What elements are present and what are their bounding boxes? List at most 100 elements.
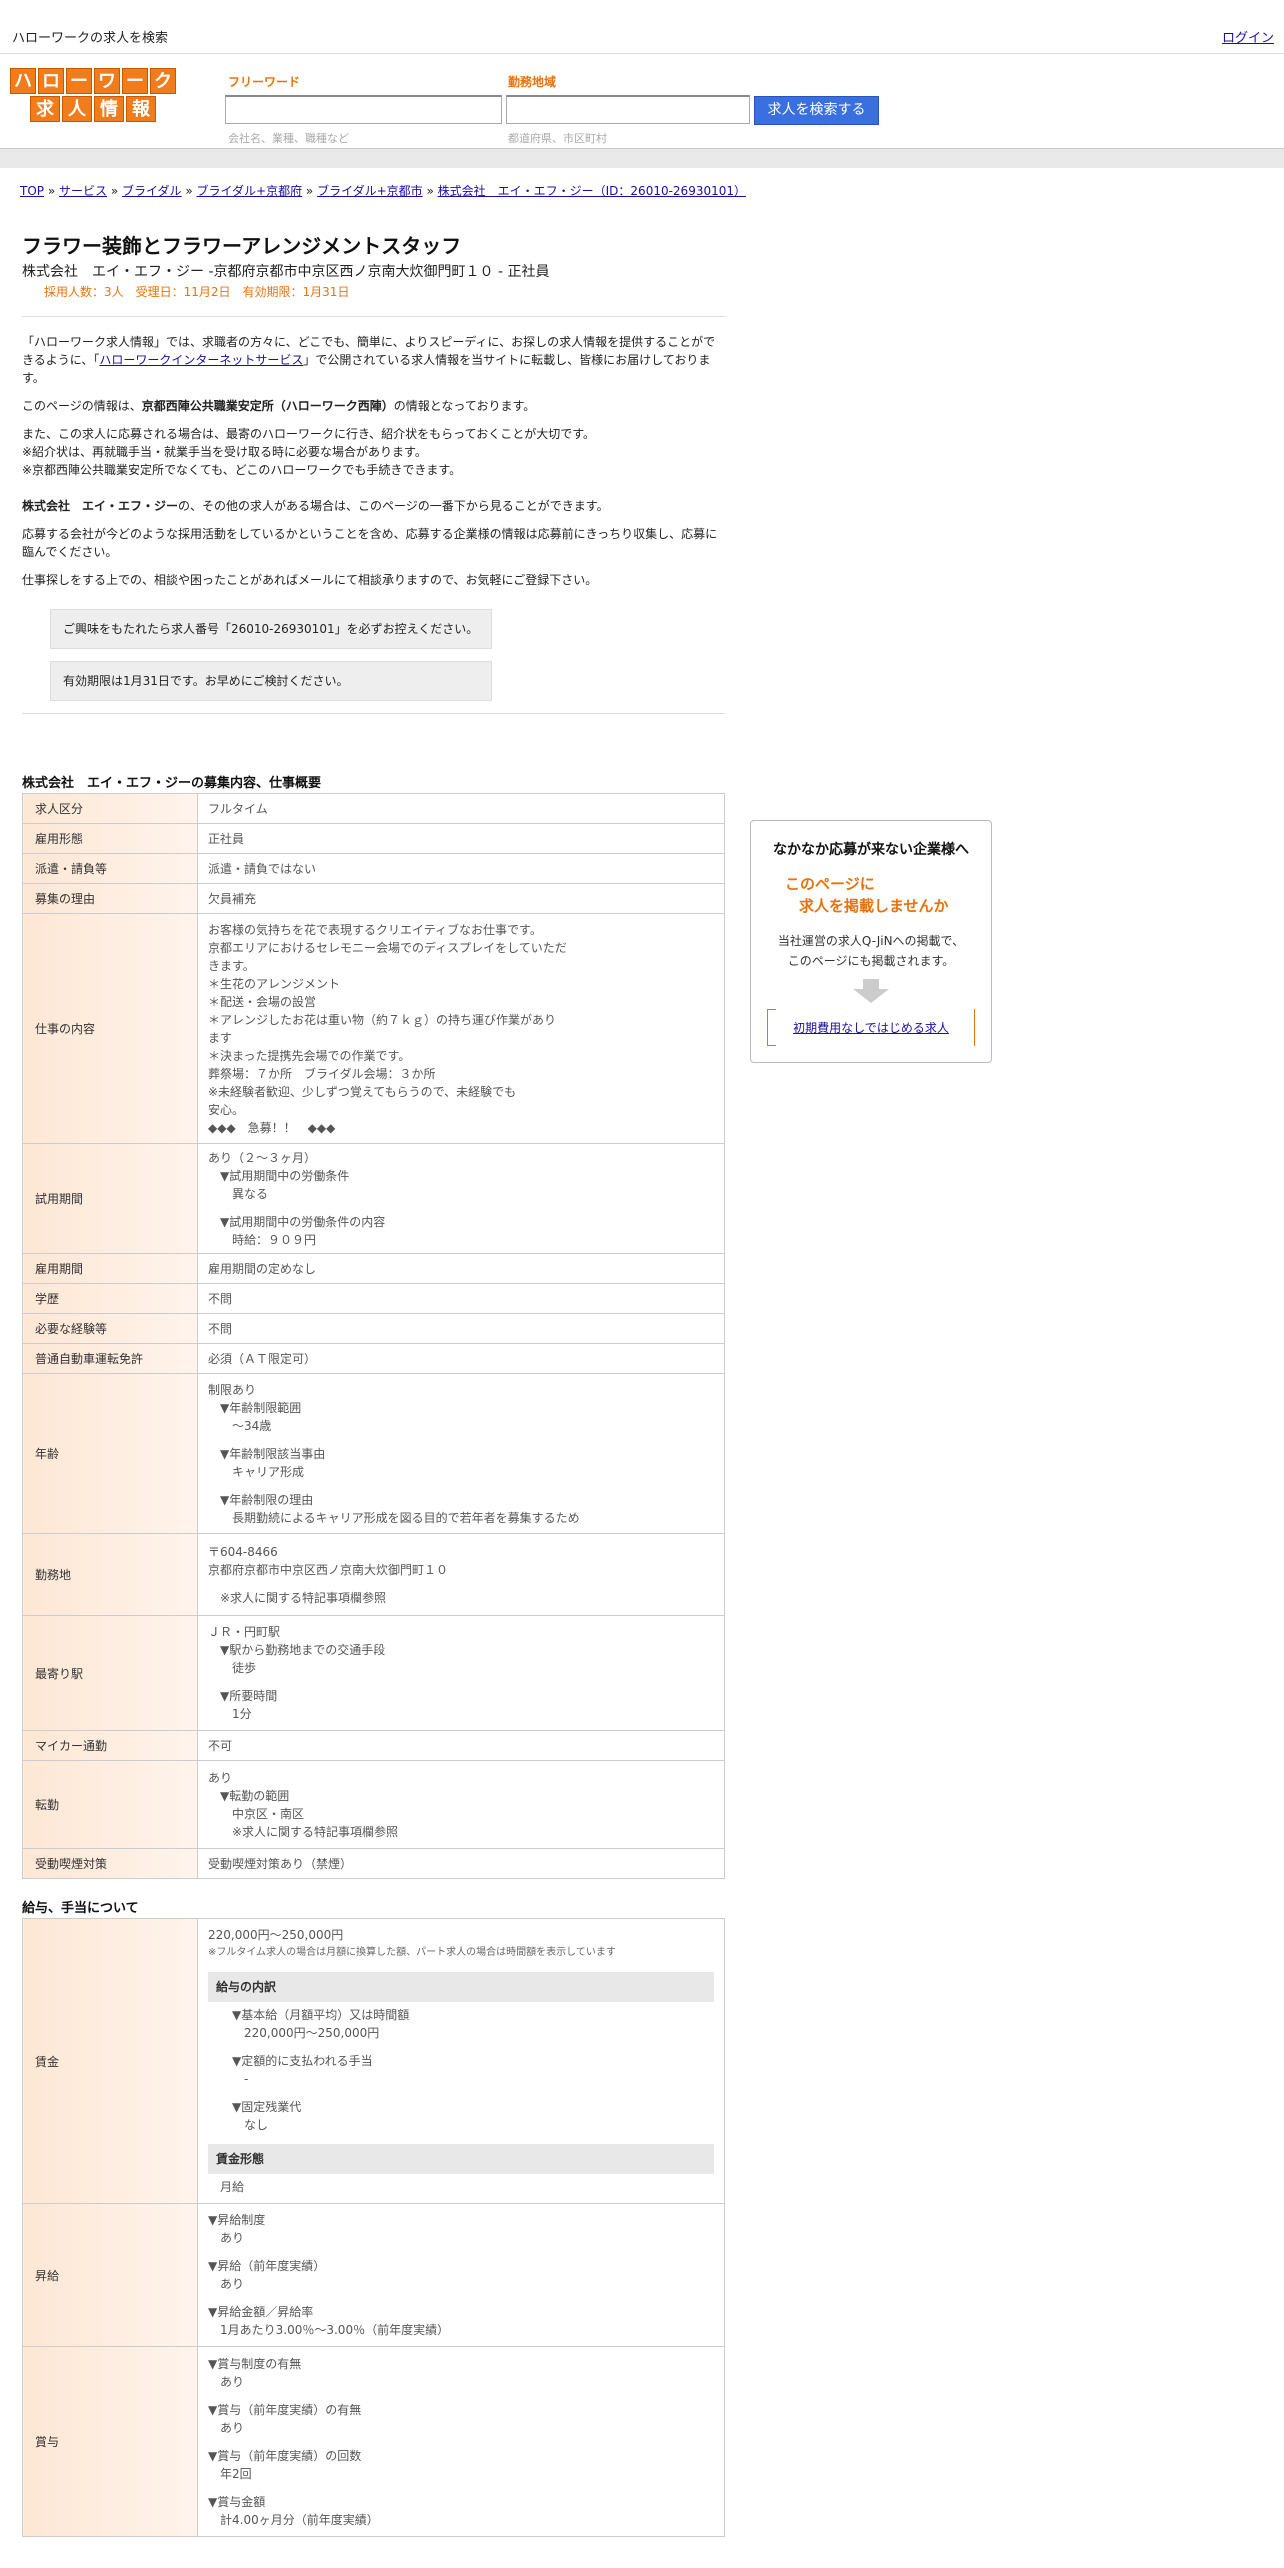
free-word-hint: 会社名、業種、職種など [228,132,349,145]
line: ▼定額的に支払われる手当 [232,2054,373,2068]
hellowork-internet-link[interactable]: ハローワークインターネットサービス [99,353,303,367]
intro-p1: 「ハローワーク求人情報」では、求職者の方々に、どこでも、簡単に、よりスピーディに… [22,335,716,385]
line: ます [208,1030,233,1045]
breadcrumb-link[interactable]: TOP [20,184,44,198]
line: ＊アレンジしたお花は重い物（約７ｋｇ）の持ち運び作業があり [208,1012,557,1027]
line: ▼賞与制度の有無 [208,2356,302,2371]
wage-range: 220,000円〜250,000円 [208,1928,344,1942]
line: 計4.00ヶ月分（前年度実績） [220,2512,379,2527]
row-value: 不問 [197,1283,725,1314]
table-row: 受動喫煙対策 受動喫煙対策あり（禁煙） [22,1848,725,1879]
breadcrumb-link[interactable]: 株式会社 エイ・エフ・ジー（ID：26010-26930101） [438,184,746,198]
header: ハローワーク 求人情報 フリーワード 会社名、業種、職種など 勤務地域 都道府県… [0,55,1284,147]
breadcrumb-sep: » [107,184,122,198]
logo-char: ハ [10,68,36,94]
section-title-summary: 株式会社 エイ・エフ・ジーの募集内容、仕事概要 [22,776,322,791]
free-word-input[interactable] [225,95,502,124]
row-key: 雇用形態 [22,823,198,854]
line: 正社員 [208,831,245,846]
line: ▼基本給（月額平均）又は時間額 [232,2008,410,2022]
table-row: 転勤 あり ▼転勤の範囲 中京区・南区 ※求人に関する特記事項欄参照 [22,1760,725,1849]
job-summary-table: 求人区分 フルタイム 雇用形態 正社員 派遣・請負等 派遣・請負ではない 募集の理由 欠員補充… [22,793,725,1879]
line: あり [220,2374,245,2389]
breadcrumb-link[interactable]: サービス [59,184,107,198]
logo-char: 報 [126,96,156,122]
row-value: 正社員 [197,823,725,854]
breadcrumb-link[interactable]: ブライダル [122,184,182,198]
line: 受動喫煙対策あり（禁煙） [208,1856,353,1871]
main-content: フラワー装飾とフラワーアレンジメントスタッフ 株式会社 エイ・エフ・ジー -京都… [22,230,725,2537]
line: 220,000円〜250,000円 [244,2026,380,2040]
line: フルタイム [208,801,268,816]
line: ＊配送・会場の設営 [208,994,317,1009]
area-hint: 都道府県、市区町村 [508,132,607,145]
line: ▼試用期間中の労働条件 [220,1168,350,1183]
area-input[interactable] [506,95,750,124]
row-value: 欠員補充 [197,883,725,914]
line: 安心。 [208,1102,245,1117]
job-meta: 採用人数：3人 受理日：11月2日 有効期限：1月31日 [44,285,350,299]
wage-note: ※フルタイム求人の場合は月額に換算した額、パート求人の場合は時間額を表示していま… [208,1947,616,1958]
search-button[interactable]: 求人を検索する [754,96,879,125]
logo-char: ク [150,68,176,94]
line: あり [220,2277,245,2291]
breadcrumb: TOP » サービス » ブライダル » ブライダル+京都府 » ブライダル+京… [20,182,746,199]
section-title-salary: 給与、手当について [22,1901,139,1916]
advertise-heading: なかなか応募が来ない企業様へ [773,842,969,858]
breakdown-title: 給与の内訳 [208,1972,714,2002]
line: ▼年齢制限該当事由 [220,1446,326,1461]
row-value: ＪＲ・円町駅 ▼駅から勤務地までの交通手段 徒歩 ▼所要時間 1分 [197,1615,725,1731]
site-logo[interactable]: ハローワーク 求人情報 [5,68,181,124]
breadcrumb-link[interactable]: ブライダル+京都市 [317,184,423,198]
line: ※求人に関する特記事項欄参照 [220,1590,387,1605]
start-posting-link[interactable]: 初期費用なしではじめる求人 [793,1021,949,1035]
salary-table: 賃金 220,000円〜250,000円 ※フルタイム求人の場合は月額に換算した… [22,1918,725,2537]
table-row: 最寄り駅 ＪＲ・円町駅 ▼駅から勤務地までの交通手段 徒歩 ▼所要時間 1分 [22,1615,725,1731]
table-row: 必要な経験等 不問 [22,1313,725,1344]
advertise-link-box[interactable]: 初期費用なしではじめる求人 [767,1009,975,1046]
advertise-orange-2: 求人を掲載しませんか [799,897,949,915]
advertise-desc: 当社運営の求人Q-JiNへの掲載で、 このページにも掲載されます。 [777,934,965,968]
job-subtitle: 株式会社 エイ・エフ・ジー -京都府京都市中京区西ノ京南大炊御門町１０ - 正社… [22,264,550,280]
line: 不問 [208,1321,233,1336]
line: ▼年齢制限の理由 [220,1492,314,1507]
line: 年2回 [220,2466,252,2481]
row-key: 受動喫煙対策 [22,1848,198,1879]
table-row: 雇用形態 正社員 [22,823,725,854]
line: 京都府京都市中京区西ノ京南大炊御門町１０ [208,1562,449,1577]
table-row: 昇給 ▼昇給制度 あり ▼昇給（前年度実績） あり ▼昇給金額／昇給率 1月あたり3.00… [22,2203,725,2347]
row-key: 試用期間 [22,1143,198,1254]
line: 異なる [232,1186,269,1201]
row-value: お客様の気持ちを花で表現するクリエイティブなお仕事です。京都エリアにおけるセレモ… [197,913,725,1144]
row-key: 必要な経験等 [22,1313,198,1344]
login-link[interactable]: ログイン [1222,27,1274,46]
table-row: 勤務地 〒604-8466 京都府京都市中京区西ノ京南大炊御門町１０ ※求人に関する特… [22,1533,725,1616]
line: 不問 [208,1291,233,1306]
logo-char: ロ [38,68,64,94]
intro-p4: 株式会社 エイ・エフ・ジーの、その他の求人がある場合は、このページの一番下から見… [22,499,609,513]
line: 京都エリアにおけるセレモニー会場でのディスプレイをしていただ [208,940,567,955]
line: ▼昇給制度 [208,2213,266,2227]
row-value: フルタイム [197,793,725,824]
row-key: 賃金 [22,1918,198,2204]
logo-char: 人 [62,96,92,122]
arrow-down-icon [863,979,879,989]
line: 欠員補充 [208,891,257,906]
line: ▼試用期間中の労働条件の内容 [220,1214,386,1229]
breadcrumb-sep: » [422,184,438,198]
wage-form-title: 賃金形態 [208,2144,714,2174]
breadcrumb-link[interactable]: ブライダル+京都府 [197,184,303,198]
row-key: 学歴 [22,1283,198,1314]
logo-char: 情 [94,96,124,122]
line: ▼年齢制限範囲 [220,1400,302,1415]
row-value: 不可 [197,1730,725,1761]
site-tagline: ハローワークの求人を検索 [12,31,169,46]
logo-char: ー [66,68,92,94]
row-value: 必須（ＡＴ限定可） [197,1343,725,1374]
line: ▼転勤の範囲 [220,1788,290,1803]
table-row: 賞与 ▼賞与制度の有無 あり ▼賞与（前年度実績）の有無 あり ▼賞与（前年度実績）の回… [22,2346,725,2537]
line: お客様の気持ちを花で表現するクリエイティブなお仕事です。 [208,922,542,937]
